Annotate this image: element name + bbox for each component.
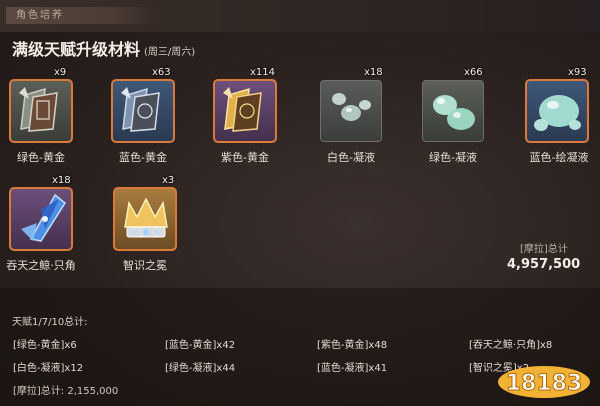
crown-icon: [113, 187, 177, 251]
material-label: 吞天之鲸·只角: [6, 259, 76, 272]
slime-drop-icon: [525, 79, 589, 143]
whale-horn-icon: [9, 187, 73, 251]
summary-mora: [摩拉]总计: 2,155,000: [13, 386, 119, 397]
material-label: 绿色-凝液: [429, 151, 477, 164]
material-qty: x93: [568, 67, 587, 78]
summary-title: 天赋1/7/10总计:: [12, 317, 88, 328]
material-qty: x9: [54, 67, 67, 78]
material-label: 紫色-黄金: [221, 151, 269, 164]
slime-drop-icon: [422, 80, 484, 142]
summary-cell: [紫色-黄金]x48: [317, 340, 388, 351]
material-qty: x3: [162, 175, 175, 186]
summary-cell: [蓝色-黄金]x42: [165, 340, 236, 351]
header-bar: 角色培养: [0, 0, 600, 32]
mora-label: [摩拉]总计: [520, 244, 568, 255]
material-label: 蓝色-绘凝液: [529, 151, 589, 164]
slime-drop-icon: [320, 80, 382, 142]
material-qty: x114: [250, 67, 276, 78]
summary-cell: [吞天之鲸·只角]x8: [469, 340, 553, 351]
summary-cell: [蓝色-凝液]x41: [317, 363, 388, 374]
material-label: 智识之冕: [123, 259, 167, 272]
summary-cell: [白色-凝液]x12: [13, 363, 84, 374]
material-qty: x66: [464, 67, 483, 78]
material-label: 白色-凝液: [327, 151, 375, 164]
page-title-sub: (周三/周六): [144, 47, 196, 58]
mora-total: 4,957,500: [507, 257, 581, 272]
summary-cell: [绿色-凝液]x44: [165, 363, 236, 374]
book-icon: [9, 79, 73, 143]
summary-cell: [绿色-黄金]x6: [13, 340, 77, 351]
material-qty: x63: [152, 67, 171, 78]
material-label: 蓝色-黄金: [119, 151, 167, 164]
material-qty: x18: [52, 175, 71, 186]
book-icon: [111, 79, 175, 143]
golden-book-icon: [213, 79, 277, 143]
svg-text:18183: 18183: [506, 371, 583, 396]
watermark-logo: 18183: [496, 360, 592, 400]
page-title: 满级天赋升级材料 (周三/周六): [12, 36, 195, 60]
section-tag: 角色培养: [6, 7, 156, 24]
material-label: 绿色-黄金: [17, 151, 65, 164]
material-qty: x18: [364, 67, 383, 78]
page-title-main: 满级天赋升级材料: [12, 40, 141, 59]
